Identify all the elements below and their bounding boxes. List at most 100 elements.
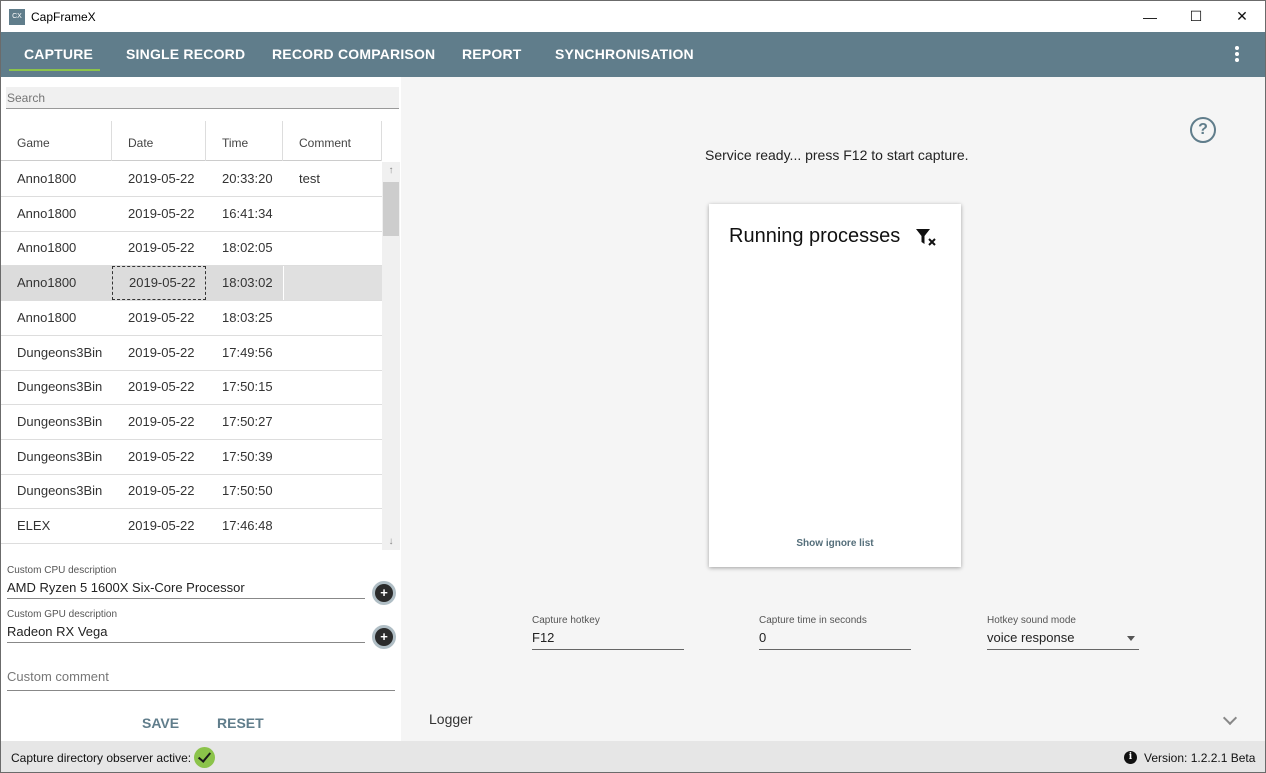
custom-comment-input[interactable]: Custom comment — [7, 665, 395, 691]
dropdown-arrow-icon[interactable] — [1127, 636, 1135, 641]
cell-game[interactable]: Anno1800 — [1, 197, 112, 231]
column-header-game[interactable]: Game — [1, 121, 112, 161]
scroll-down-icon[interactable]: ↓ — [382, 533, 400, 550]
capture-panel: ? Service ready... press F12 to start ca… — [401, 77, 1265, 741]
save-button[interactable]: SAVE — [142, 715, 179, 731]
cell-date[interactable]: 2019-05-22 — [112, 509, 206, 543]
cell-date[interactable]: 2019-05-22 — [112, 405, 206, 439]
cell-game[interactable]: Anno1800 — [1, 162, 112, 196]
cell-game[interactable]: Dungeons3Bin — [1, 336, 112, 370]
table-row[interactable]: Dungeons3Bin 2019-05-22 17:50:27 — [1, 405, 382, 440]
table-row[interactable]: Anno1800 2019-05-22 18:03:25 — [1, 301, 382, 336]
cell-game[interactable]: Anno1800 — [1, 301, 112, 335]
sound-mode-field[interactable]: Hotkey sound mode voice response — [987, 615, 1139, 650]
close-button[interactable]: ✕ — [1219, 1, 1265, 32]
cell-game[interactable]: Dungeons3Bin — [1, 370, 112, 404]
gpu-description-label: Custom GPU description — [7, 609, 118, 620]
cell-comment[interactable] — [283, 405, 382, 439]
tab-report[interactable]: REPORT — [462, 32, 522, 77]
reset-button[interactable]: RESET — [217, 715, 264, 731]
table-row[interactable]: Anno1800 2019-05-22 18:02:05 — [1, 231, 382, 267]
column-header-time[interactable]: Time — [206, 121, 283, 161]
cell-date[interactable]: 2019-05-22 — [112, 266, 206, 301]
cell-comment[interactable] — [283, 301, 382, 335]
cell-comment[interactable]: test — [283, 162, 382, 196]
table-row[interactable]: Dungeons3Bin 2019-05-22 17:49:56 — [1, 336, 382, 371]
cell-comment[interactable] — [283, 231, 382, 265]
cell-date[interactable]: 2019-05-22 — [112, 162, 206, 196]
column-header-date[interactable]: Date — [112, 121, 206, 161]
cell-date[interactable]: 2019-05-22 — [112, 231, 206, 265]
cell-date[interactable]: 2019-05-22 — [112, 301, 206, 335]
capture-time-input[interactable]: 0 — [759, 628, 911, 650]
cell-time[interactable]: 18:03:25 — [206, 301, 283, 335]
records-table: Game Date Time Comment Anno1800 2019-05-2… — [1, 121, 400, 551]
minimize-button[interactable]: — — [1127, 1, 1173, 32]
capture-hotkey-input[interactable]: F12 — [532, 628, 684, 650]
gpu-description-field[interactable]: Custom GPU description Radeon RX Vega — [7, 609, 365, 643]
cell-comment[interactable] — [283, 474, 382, 508]
help-icon[interactable]: ? — [1190, 117, 1216, 143]
add-cpu-button[interactable]: + — [375, 584, 393, 602]
cell-date[interactable]: 2019-05-22 — [112, 440, 206, 474]
table-scrollbar[interactable]: ↑ ↓ — [382, 162, 400, 550]
capture-time-label: Capture time in seconds — [759, 615, 867, 626]
cell-comment[interactable] — [283, 509, 382, 543]
cpu-description-field[interactable]: Custom CPU description AMD Ryzen 5 1600X… — [7, 565, 365, 599]
tab-record-comparison[interactable]: RECORD COMPARISON — [272, 32, 435, 77]
cell-game[interactable]: Dungeons3Bin — [1, 440, 112, 474]
cell-comment[interactable] — [283, 336, 382, 370]
cpu-description-input[interactable]: AMD Ryzen 5 1600X Six-Core Processor — [7, 579, 365, 599]
cell-game[interactable]: ELEX — [1, 509, 112, 543]
add-gpu-button[interactable]: + — [375, 628, 393, 646]
capture-time-field[interactable]: Capture time in seconds 0 — [759, 615, 911, 650]
search-input[interactable] — [6, 87, 399, 109]
capture-hotkey-label: Capture hotkey — [532, 615, 600, 626]
cell-comment[interactable] — [283, 266, 382, 301]
table-row[interactable]: ELEX 2019-05-22 17:46:48 — [1, 509, 382, 544]
table-row[interactable]: Dungeons3Bin 2019-05-22 17:50:50 — [1, 474, 382, 510]
status-bar: Capture directory observer active: i Ver… — [1, 741, 1265, 772]
cell-date[interactable]: 2019-05-22 — [112, 197, 206, 231]
tab-synchronisation[interactable]: SYNCHRONISATION — [555, 32, 694, 77]
cell-time[interactable]: 17:50:50 — [206, 474, 283, 508]
table-row[interactable]: Dungeons3Bin 2019-05-22 17:50:39 — [1, 440, 382, 475]
logger-expander[interactable]: Logger — [401, 703, 1265, 741]
cell-time[interactable]: 17:50:39 — [206, 440, 283, 474]
cell-time[interactable]: 20:33:20 — [206, 162, 283, 196]
cell-time[interactable]: 18:03:02 — [206, 266, 283, 300]
cell-game[interactable]: Anno1800 — [1, 266, 112, 300]
gpu-description-input[interactable]: Radeon RX Vega — [7, 623, 365, 643]
chevron-down-icon[interactable] — [1222, 710, 1238, 726]
scrollbar-thumb[interactable] — [383, 182, 399, 236]
cell-time[interactable]: 18:02:05 — [206, 231, 283, 265]
cell-comment[interactable] — [283, 197, 382, 231]
cell-time[interactable]: 17:50:27 — [206, 405, 283, 439]
cell-game[interactable]: Dungeons3Bin — [1, 474, 112, 508]
table-row[interactable]: Dungeons3Bin 2019-05-22 17:50:15 — [1, 370, 382, 406]
cell-date[interactable]: 2019-05-22 — [112, 336, 206, 370]
cell-time[interactable]: 16:41:34 — [206, 197, 283, 231]
cell-date[interactable]: 2019-05-22 — [112, 474, 206, 508]
sound-mode-select[interactable]: voice response — [987, 628, 1139, 650]
cell-time[interactable]: 17:49:56 — [206, 336, 283, 370]
table-row[interactable]: Anno1800 2019-05-22 20:33:20 test — [1, 162, 382, 197]
more-menu-icon[interactable] — [1235, 46, 1239, 64]
clear-filter-icon[interactable] — [915, 227, 937, 247]
cell-comment[interactable] — [283, 370, 382, 404]
cell-comment[interactable] — [283, 440, 382, 474]
capture-hotkey-field[interactable]: Capture hotkey F12 — [532, 615, 684, 650]
maximize-button[interactable]: ☐ — [1173, 1, 1219, 32]
info-icon: i — [1124, 751, 1137, 764]
cell-game[interactable]: Dungeons3Bin — [1, 405, 112, 439]
cell-date[interactable]: 2019-05-22 — [112, 370, 206, 404]
cell-time[interactable]: 17:46:48 — [206, 509, 283, 543]
table-row[interactable]: Anno1800 2019-05-22 18:03:02 — [1, 266, 382, 302]
column-header-comment[interactable]: Comment — [283, 121, 382, 161]
tab-single-record[interactable]: SINGLE RECORD — [126, 32, 245, 77]
scroll-up-icon[interactable]: ↑ — [382, 162, 400, 179]
show-ignore-list-link[interactable]: Show ignore list — [709, 538, 961, 549]
table-row[interactable]: Anno1800 2019-05-22 16:41:34 — [1, 197, 382, 232]
cell-time[interactable]: 17:50:15 — [206, 370, 283, 404]
cell-game[interactable]: Anno1800 — [1, 231, 112, 265]
